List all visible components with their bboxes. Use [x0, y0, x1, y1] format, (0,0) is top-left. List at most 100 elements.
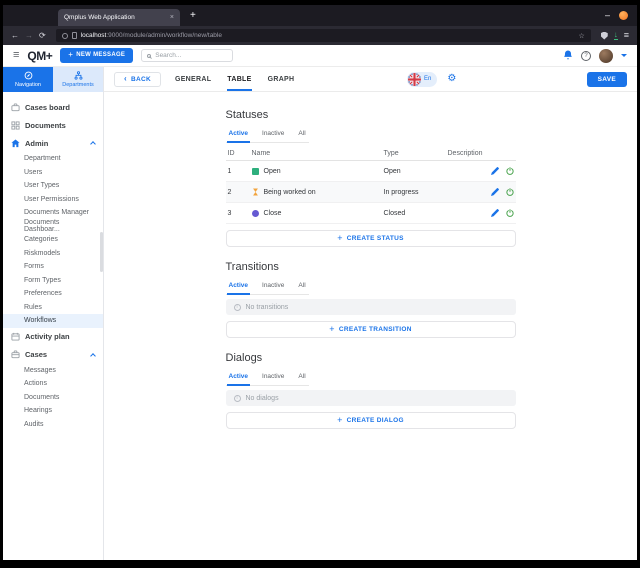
deactivate-power-icon[interactable] — [505, 209, 514, 217]
create-dialog-button[interactable]: + CREATE DIALOG — [225, 412, 516, 429]
back-arrow-icon[interactable]: ← — [11, 31, 19, 40]
sidebar-item-cases[interactable]: Cases — [3, 346, 103, 364]
reload-icon[interactable]: ⟳ — [39, 31, 46, 40]
gear-icon[interactable]: ⚙ — [447, 74, 456, 84]
url-bar[interactable]: localhost:9000/module/admin/workflow/new… — [55, 29, 591, 42]
create-transition-button[interactable]: + CREATE TRANSITION — [225, 321, 516, 338]
app-logo[interactable]: QM+ — [27, 49, 52, 63]
help-icon[interactable]: ? — [581, 50, 591, 61]
tab-all[interactable]: All — [296, 279, 307, 295]
sidebar-subitem[interactable]: Riskmodels — [3, 247, 103, 261]
transitions-tabs: Active Inactive All — [225, 279, 309, 295]
new-message-label: NEW MESSAGE — [76, 52, 126, 59]
tab-inactive[interactable]: Inactive — [260, 127, 286, 143]
info-icon: i — [233, 394, 241, 402]
search-input[interactable] — [155, 52, 228, 59]
forward-arrow-icon[interactable]: → — [25, 31, 33, 40]
sidebar-subitem[interactable]: Actions — [3, 377, 103, 391]
shield-icon[interactable] — [600, 31, 608, 40]
tab-active[interactable]: Active — [226, 370, 251, 386]
screen: Qmplus Web Application × + – ← → ⟳ local… — [0, 0, 640, 568]
new-message-button[interactable]: + NEW MESSAGE — [60, 48, 134, 63]
sidebar-subitem[interactable]: Documents Manager — [3, 206, 103, 220]
info-icon: i — [233, 303, 241, 311]
create-status-label: CREATE STATUS — [346, 235, 404, 242]
sidebar-item-admin[interactable]: Admin — [3, 134, 103, 152]
sidebar-subitem[interactable]: Hearings — [3, 404, 103, 418]
url-text[interactable]: localhost:9000/module/admin/workflow/new… — [81, 32, 222, 39]
cell-name: Being worked on — [263, 188, 316, 196]
back-button[interactable]: ‹ BACK — [114, 71, 161, 87]
bookmark-star-icon[interactable]: ☆ — [578, 32, 584, 40]
sidebar-subitem[interactable]: Documents Dashboar... — [3, 219, 103, 233]
sidebar-item-label: Documents — [25, 120, 66, 130]
sidebar-subitem[interactable]: Forms — [3, 260, 103, 274]
deactivate-power-icon[interactable] — [505, 167, 514, 175]
language-selector[interactable]: En ⚙ — [407, 71, 456, 87]
table-row[interactable]: 3 Close Closed — [225, 203, 516, 224]
uk-flag-icon — [408, 72, 421, 86]
bell-icon[interactable] — [563, 50, 573, 61]
edit-pencil-icon[interactable] — [490, 209, 499, 217]
sidebar-scrollbar[interactable] — [100, 232, 103, 272]
sidebar-subitem[interactable]: User Types — [3, 179, 103, 193]
sidebar-item-documents[interactable]: Documents — [3, 116, 103, 134]
deactivate-power-icon[interactable] — [505, 188, 514, 196]
sidebar-subitem[interactable]: User Permissions — [3, 193, 103, 207]
hamburger-menu-icon[interactable]: ≡ — [13, 50, 19, 61]
chevron-down-icon[interactable] — [621, 54, 627, 57]
tab-general[interactable]: GENERAL — [175, 67, 211, 91]
chevron-up-icon[interactable] — [90, 352, 96, 359]
browser-menu-icon[interactable]: ≡ — [624, 31, 629, 40]
board-icon — [11, 102, 20, 112]
table-row[interactable]: 2 Being worked on In progress — [225, 182, 516, 203]
tab-navigation[interactable]: Navigation — [3, 67, 53, 92]
url-path: :9000/module/admin/workflow/new/table — [106, 32, 222, 39]
search-icon — [147, 53, 152, 58]
new-tab-button[interactable]: + — [190, 10, 196, 21]
chevron-up-icon[interactable] — [90, 141, 96, 147]
cell-name: Close — [263, 209, 282, 217]
sidebar-subitem[interactable]: Department — [3, 152, 103, 166]
create-dialog-label: CREATE DIALOG — [346, 417, 404, 424]
tab-all[interactable]: All — [296, 127, 307, 143]
tab-all[interactable]: All — [296, 370, 307, 386]
sidebar-item-activity-plan[interactable]: Activity plan — [3, 328, 103, 346]
sidebar-item-cases-board[interactable]: Cases board — [3, 98, 103, 116]
tab-departments[interactable]: Departments — [53, 67, 103, 92]
browser-tab[interactable]: Qmplus Web Application × — [58, 9, 180, 26]
tab-active[interactable]: Active — [226, 279, 251, 295]
edit-pencil-icon[interactable] — [490, 167, 499, 175]
search-box[interactable] — [141, 49, 234, 62]
download-icon[interactable]: ↓ — [613, 31, 618, 40]
edit-pencil-icon[interactable] — [490, 188, 499, 196]
window-minimize-button[interactable]: – — [605, 11, 610, 20]
save-button[interactable]: SAVE — [586, 71, 627, 87]
site-info-icon[interactable] — [61, 32, 68, 39]
sidebar-subitem[interactable]: Audits — [3, 418, 103, 432]
sidebar-item-label: Cases — [25, 350, 48, 359]
compass-icon — [24, 71, 32, 80]
table-row[interactable]: 1 Open Open — [225, 161, 516, 182]
window-close-button[interactable] — [619, 11, 628, 20]
create-status-button[interactable]: + CREATE STATUS — [225, 230, 516, 247]
dialogs-tabs: Active Inactive All — [225, 370, 309, 386]
tab-inactive[interactable]: Inactive — [260, 279, 286, 295]
avatar[interactable] — [599, 48, 613, 63]
tab-active[interactable]: Active — [226, 127, 251, 143]
sidebar-subitem[interactable]: Users — [3, 166, 103, 180]
sidebar-subitem[interactable]: Categories — [3, 233, 103, 247]
sidebar-subitem[interactable]: Documents — [3, 391, 103, 405]
col-description: Description — [447, 150, 483, 157]
language-pill[interactable]: En — [407, 71, 438, 87]
sidebar-subitem[interactable]: Preferences — [3, 287, 103, 301]
tab-close-icon[interactable]: × — [170, 14, 174, 21]
sidebar-item-label: Cases board — [25, 102, 71, 112]
tab-table[interactable]: TABLE — [227, 67, 252, 91]
sidebar-subitem[interactable]: Form Types — [3, 274, 103, 288]
tab-inactive[interactable]: Inactive — [260, 370, 286, 386]
sidebar-subitem[interactable]: Messages — [3, 364, 103, 378]
sidebar-subitem-workflows[interactable]: Workflows — [3, 314, 103, 328]
sidebar-subitem[interactable]: Rules — [3, 301, 103, 315]
tab-graph[interactable]: GRAPH — [268, 67, 295, 91]
